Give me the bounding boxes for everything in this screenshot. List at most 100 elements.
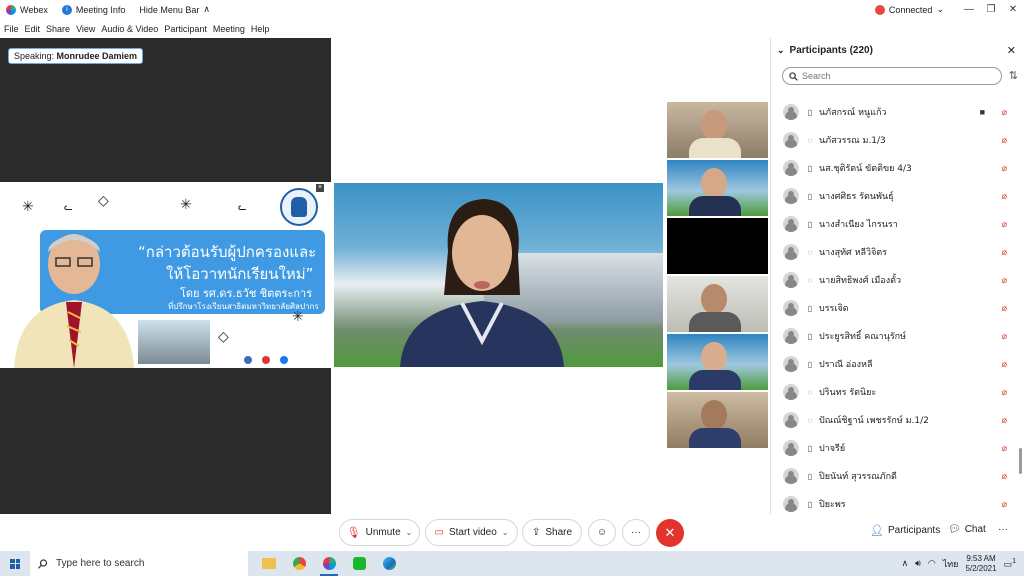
close-icon[interactable]: × [316, 184, 324, 192]
participant-row[interactable]: ▯ นส.ชุติรัตน์ ขัตติขย 4/3 ⌀ [771, 154, 1021, 182]
menu-file[interactable]: File [4, 24, 19, 34]
menu-meeting[interactable]: Meeting [213, 24, 245, 34]
close-icon[interactable]: ✕ [1007, 44, 1016, 57]
participant-row[interactable]: ▯ นางสำเนียง ไกรนรา ⌀ [771, 210, 1021, 238]
mic-off-icon[interactable]: ⌀ [1002, 387, 1007, 398]
taskbar-app-explorer[interactable] [254, 551, 284, 576]
participant-name: นายสิทธิพงศ์ เมืองตั้ว [819, 276, 902, 286]
mic-off-icon[interactable]: ⌀ [1002, 247, 1007, 258]
phone-icon: ▯ [807, 331, 813, 341]
taskbar-app-webex[interactable] [314, 551, 344, 576]
menu-audio-video[interactable]: Audio & Video [101, 24, 158, 34]
phone-icon: ▯ [807, 471, 813, 481]
sort-icon[interactable]: ⇅ [1009, 69, 1018, 82]
menu-help[interactable]: Help [251, 24, 270, 34]
volume-icon[interactable]: 🔊︎ [915, 558, 921, 569]
chat-button[interactable]: 💬︎ Chat [948, 524, 986, 535]
connection-icon [874, 4, 885, 15]
end-meeting-button[interactable]: ✕ [656, 519, 684, 547]
participant-video-thumb[interactable] [667, 334, 768, 390]
mic-off-icon[interactable]: ⌀ [1002, 471, 1007, 482]
menu-share[interactable]: Share [46, 24, 70, 34]
participant-row[interactable]: ▯ บรรเจิด ⌀ [771, 294, 1021, 322]
taskbar-search[interactable]: Type here to search [30, 551, 248, 576]
more-icon: ··· [631, 527, 641, 538]
language-indicator[interactable]: ไทย [943, 557, 959, 571]
participant-row[interactable]: ▯ ปิยะพร ⌀ [771, 490, 1021, 514]
mic-off-icon[interactable]: ⌀ [1002, 415, 1007, 426]
participant-row[interactable]: ▯ นภัสกรณ์ หนูแก้ว ■ ⌀ [771, 98, 1021, 126]
taskbar-app-chrome[interactable] [284, 551, 314, 576]
participant-video-thumb[interactable] [667, 218, 768, 274]
window-close-icon[interactable]: ✕ [1002, 4, 1024, 15]
taskbar-app-line[interactable] [344, 551, 374, 576]
participant-face [701, 284, 727, 314]
phone-icon: ▯ [807, 359, 813, 369]
mic-off-icon[interactable]: ⌀ [1002, 163, 1007, 174]
participant-row[interactable]: ▯ ประยูรสิทธิ์ คณานุรักษ์ ⌀ [771, 322, 1021, 350]
mic-off-icon[interactable]: ⌀ [1002, 135, 1007, 146]
slide-title-line2: ให้โอวาทนักเรียนใหม่” [166, 265, 314, 283]
participant-video-thumb[interactable] [667, 102, 768, 158]
mic-off-icon[interactable]: ⌀ [1002, 275, 1007, 286]
shared-screen-area[interactable]: Speaking: Monrudee Damiem ✳ ᓚ ◇ ✳ ᓚ × “ก… [0, 38, 331, 514]
menu-participant[interactable]: Participant [164, 24, 207, 34]
mic-off-icon[interactable]: ⌀ [1002, 191, 1007, 202]
chevron-down-icon[interactable]: ⌄ [502, 528, 509, 537]
participant-row[interactable]: ▯ ปิยนันท์ สุวรรณภักดี ⌀ [771, 462, 1021, 490]
chevron-down-icon[interactable]: ⌄ [777, 45, 785, 56]
more-panels-button[interactable]: ··· [998, 524, 1008, 535]
chevron-down-icon[interactable]: ⌄ [406, 528, 413, 537]
participant-row[interactable]: ◌ ปัณณ์ชิฐาน์ เพชรรักษ์ ม.1/2 ⌀ [771, 406, 1021, 434]
participant-row[interactable]: ◌ ปรินทร รัตนิยะ ⌀ [771, 378, 1021, 406]
clock[interactable]: 9:53 AM 5/2/2021 [965, 554, 996, 574]
chevron-up-icon[interactable]: ∧ [902, 558, 909, 569]
participant-row[interactable]: ◌ นายสิทธิพงศ์ เมืองตั้ว ⌀ [771, 266, 1021, 294]
reactions-button[interactable]: ☺ [588, 519, 616, 546]
search-icon [38, 558, 48, 569]
mic-off-icon[interactable]: ⌀ [1002, 359, 1007, 370]
notification-icon[interactable]: ▭1 [1004, 558, 1016, 570]
participants-title: Participants (220) [789, 44, 873, 56]
meeting-info-button[interactable]: i Meeting Info [61, 4, 125, 15]
participant-video-thumb[interactable] [667, 160, 768, 216]
wifi-icon[interactable]: ◠ [928, 558, 936, 569]
mic-off-icon[interactable]: ⌀ [1002, 219, 1007, 230]
connection-status[interactable]: Connected ⌄ [874, 4, 944, 15]
taskbar-app-edge[interactable] [374, 551, 404, 576]
notification-count: 1 [1012, 557, 1016, 565]
info-icon: i [61, 4, 72, 15]
clock-date: 5/2/2021 [965, 563, 997, 573]
menu-view[interactable]: View [76, 24, 95, 34]
participant-row[interactable]: ▯ ปาจรีย์ ⌀ [771, 434, 1021, 462]
mic-off-icon[interactable]: ⌀ [1002, 303, 1007, 314]
mic-off-icon[interactable]: ⌀ [1002, 331, 1007, 342]
participant-video-thumb[interactable] [667, 276, 768, 332]
mic-off-icon[interactable]: ⌀ [1002, 443, 1007, 454]
school-seal-icon [280, 188, 318, 226]
maximize-icon[interactable]: ❐ [980, 4, 1002, 15]
menu-edit[interactable]: Edit [25, 24, 41, 34]
participant-row[interactable]: ▯ นางศศิธร รัตนพันธุ์ ⌀ [771, 182, 1021, 210]
participant-row[interactable]: ▯ ปราณี อ่องหลี ⌀ [771, 350, 1021, 378]
avatar [783, 468, 799, 484]
avatar [783, 104, 799, 120]
scrollbar[interactable] [1019, 448, 1022, 474]
more-options-button[interactable]: ··· [622, 519, 650, 546]
active-speaker-video[interactable] [334, 183, 663, 367]
participants-header: ⌄ Participants (220) ✕ [771, 38, 1024, 62]
participant-row[interactable]: ◌ นางสุทัศ หลีวิจิตร ⌀ [771, 238, 1021, 266]
start-video-button[interactable]: ▭ Start video ⌄ [425, 519, 518, 546]
share-button[interactable]: ⇪ Share [522, 519, 582, 546]
participant-row[interactable]: ◌ นภัสวรรณ ม.1/3 ⌀ [771, 126, 1021, 154]
participant-search[interactable] [782, 67, 1002, 85]
minimize-icon[interactable]: — [958, 4, 980, 15]
mic-off-icon[interactable]: ⌀ [1002, 499, 1007, 510]
participant-video-thumb[interactable] [667, 392, 768, 448]
hide-menu-bar-button[interactable]: Hide Menu Bar ∧ [139, 4, 210, 15]
search-input[interactable] [802, 71, 982, 81]
start-button[interactable] [0, 551, 30, 576]
participants-toggle-button[interactable]: 👤︎ Participants [870, 524, 940, 537]
unmute-button[interactable]: 🎙︎ Unmute ⌄ [339, 519, 420, 546]
mic-off-icon[interactable]: ⌀ [1002, 107, 1007, 118]
